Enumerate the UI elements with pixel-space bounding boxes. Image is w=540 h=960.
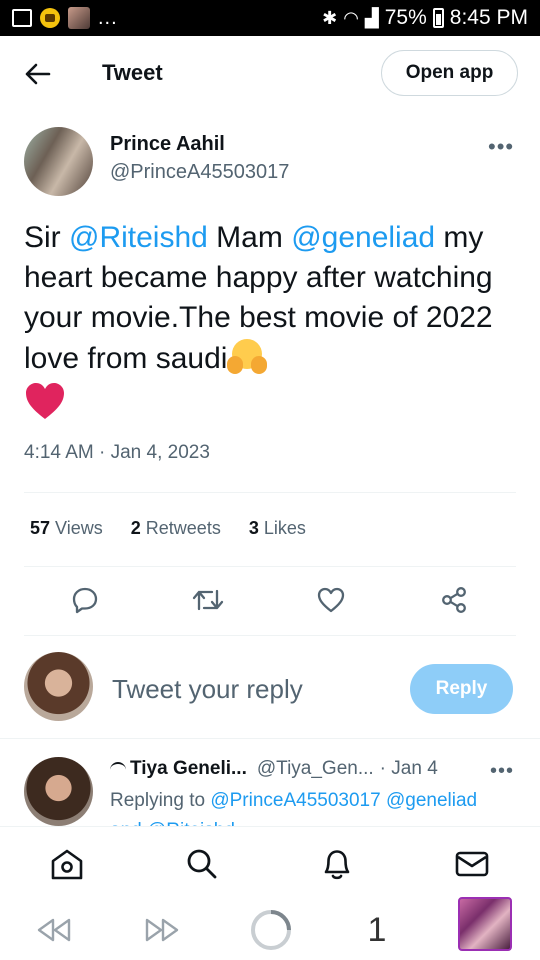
likes-stat[interactable]: 3 Likes: [249, 518, 306, 539]
browser-back-button[interactable]: [34, 908, 74, 952]
nav-messages-button[interactable]: [455, 847, 489, 881]
tweet-text-sir: Sir: [24, 221, 69, 254]
likes-label: Likes: [263, 518, 306, 538]
browser-tabs-button[interactable]: 1: [362, 908, 392, 952]
top-header: Tweet Open app: [0, 36, 540, 110]
battery-percent: 75%: [384, 6, 427, 29]
mention-link[interactable]: @Riteishd: [69, 221, 208, 254]
reply-button[interactable]: Reply: [410, 664, 513, 714]
divider: [0, 738, 540, 739]
reply-item-header: Tiya Geneli... @Tiya_Gen... · Jan 4: [110, 758, 530, 780]
app-notification-icon: [40, 8, 60, 28]
author-avatar[interactable]: [24, 127, 93, 196]
mention-link[interactable]: @PrinceA45503017: [210, 790, 380, 811]
tweet-more-button[interactable]: •••: [488, 134, 514, 160]
gallery-icon: [12, 9, 32, 27]
fast-forward-icon: [145, 918, 179, 942]
views-label: Views: [55, 518, 103, 538]
photo-notification-icon: [68, 7, 90, 29]
likes-count: 3: [248, 518, 259, 538]
envelope-icon: [455, 851, 489, 877]
browser-profile-button[interactable]: [458, 897, 512, 951]
share-action-button[interactable]: [434, 580, 474, 620]
status-right: ✱ ◠ ▟ 75% 8:45 PM: [322, 6, 528, 30]
home-icon: [51, 849, 83, 880]
retweets-stat[interactable]: 2 Retweets: [131, 518, 221, 539]
author-handle[interactable]: @PrinceA45503017: [110, 161, 289, 184]
status-left: ...: [12, 7, 118, 29]
back-button[interactable]: [22, 58, 54, 90]
rewind-icon: [37, 918, 71, 942]
divider: [24, 566, 516, 567]
nav-notifications-button[interactable]: [320, 847, 354, 881]
thread-arc-icon: [110, 762, 126, 770]
more-notifications: ...: [98, 7, 118, 29]
tweet-actions: [0, 580, 540, 624]
divider: [24, 635, 516, 636]
like-action-button[interactable]: [311, 580, 351, 620]
battery-icon: [432, 8, 444, 28]
reply-author-handle[interactable]: @Tiya_Gen...: [257, 758, 374, 779]
reply-time[interactable]: · Jan 4: [380, 758, 438, 779]
tweet-text-mam: Mam: [207, 221, 292, 254]
reply-action-button[interactable]: [65, 580, 105, 620]
browser-reload-button[interactable]: [248, 908, 294, 952]
page-title: Tweet: [102, 60, 163, 85]
views-stat[interactable]: 57 Views: [30, 518, 103, 539]
nav-search-button[interactable]: [185, 847, 219, 881]
retweets-label: Retweets: [145, 518, 221, 538]
retweet-action-button[interactable]: [188, 580, 228, 620]
bottom-nav: [0, 826, 540, 900]
comment-icon: [72, 587, 98, 614]
replying-prefix: Replying to: [110, 790, 211, 811]
views-count: 57: [30, 518, 51, 538]
retweets-count: 2: [130, 518, 141, 538]
reply-input[interactable]: [112, 674, 382, 705]
arrow-left-icon: [25, 63, 51, 85]
hugging-face-emoji-icon: [227, 338, 268, 376]
heart-icon: [317, 587, 345, 613]
wifi-icon: ◠: [343, 7, 359, 28]
clock: 8:45 PM: [449, 6, 528, 29]
author-name[interactable]: Prince Aahil: [110, 133, 225, 156]
bluetooth-icon: ✱: [322, 7, 338, 28]
signal-icon: ▟: [364, 7, 379, 28]
divider: [24, 492, 516, 493]
search-icon: [187, 849, 217, 879]
tweet-timestamp[interactable]: 4:14 AM · Jan 4, 2023: [24, 442, 210, 464]
tab-count: 1: [367, 910, 387, 949]
red-heart-emoji-icon: [26, 383, 64, 419]
nav-home-button[interactable]: [50, 847, 84, 881]
reply-more-button[interactable]: •••: [490, 760, 514, 783]
reply-author-name[interactable]: Tiya Geneli...: [130, 758, 247, 779]
reply-author-avatar[interactable]: [24, 757, 93, 826]
retweet-icon: [192, 589, 224, 611]
replying-to-line: Replying to @PrinceA45503017 @geneliad: [110, 790, 477, 812]
mention-link[interactable]: @geneliad: [386, 790, 477, 811]
loading-spinner-icon: [251, 910, 291, 950]
open-app-button[interactable]: Open app: [381, 50, 518, 96]
share-icon: [442, 587, 466, 613]
status-bar: ... ✱ ◠ ▟ 75% 8:45 PM: [0, 0, 540, 36]
profile-thumbnail: [458, 897, 512, 951]
current-user-avatar: [24, 652, 93, 721]
tweet-text: Sir @Riteishd Mam @geneliad my heart bec…: [24, 218, 524, 421]
tweet-stats: 57 Views 2 Retweets 3 Likes: [30, 518, 306, 539]
browser-forward-button[interactable]: [142, 908, 182, 952]
browser-toolbar: 1: [0, 897, 540, 960]
mention-link[interactable]: @geneliad: [291, 221, 435, 254]
bell-icon: [324, 850, 350, 880]
